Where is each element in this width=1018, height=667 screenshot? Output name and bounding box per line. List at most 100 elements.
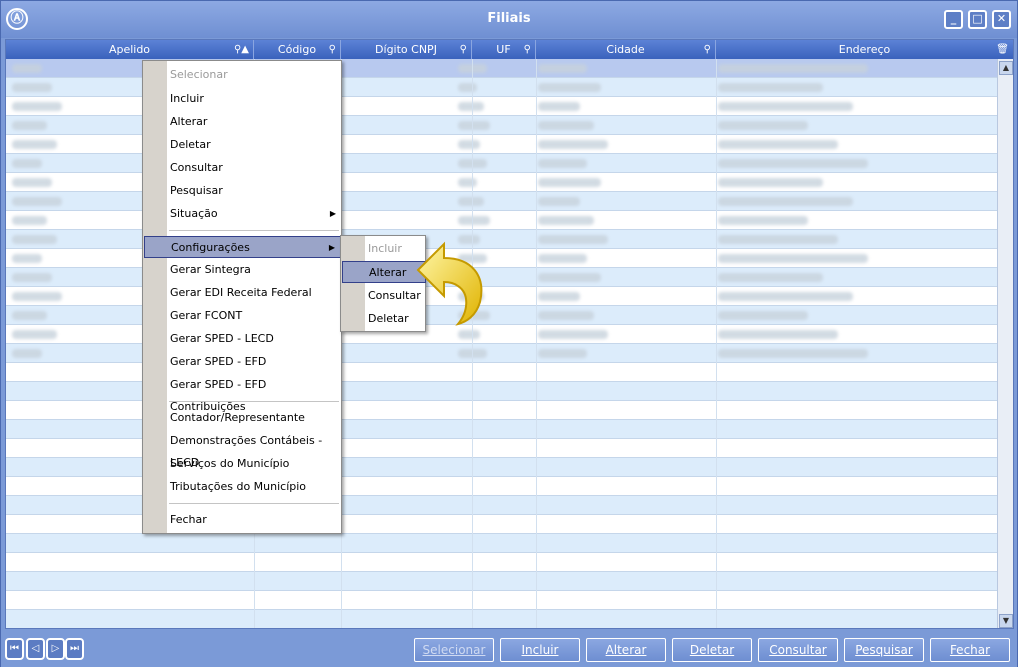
redacted-cell: [718, 254, 868, 263]
redacted-cell: [538, 83, 601, 92]
menu-separator: [169, 503, 339, 504]
menu-item-label: Configurações: [171, 241, 250, 254]
submenu-arrow-icon: ▶: [329, 209, 336, 218]
menu-item-selecionar[interactable]: Selecionar: [144, 64, 341, 86]
menu-item-gerar-sintegra[interactable]: Gerar Sintegra: [144, 259, 341, 281]
table-row[interactable]: [6, 610, 997, 628]
redacted-cell: [718, 273, 823, 282]
redacted-cell: [12, 64, 42, 73]
redacted-cell: [12, 140, 57, 149]
redacted-cell: [12, 235, 57, 244]
menu-item-gerar-sped-efd-contribuicoes[interactable]: Gerar SPED - EFD Contribuições: [144, 374, 341, 413]
scroll-up-icon[interactable]: ▲: [999, 61, 1013, 75]
alterar-button[interactable]: Alterar: [586, 638, 666, 662]
menu-item-consultar[interactable]: Consultar: [144, 157, 341, 179]
redacted-cell: [538, 178, 601, 187]
menu-item-label: Situação: [170, 207, 218, 220]
redacted-cell: [12, 197, 62, 206]
col-header-cidade[interactable]: Cidade ⚲: [536, 40, 716, 59]
redacted-cell: [12, 292, 62, 301]
filter-icon[interactable]: ⚲: [460, 40, 467, 59]
menu-item-demonstracoes[interactable]: Demonstrações Contábeis - LECD: [144, 430, 341, 469]
redacted-cell: [458, 140, 481, 149]
menu-item-gerar-fcont[interactable]: Gerar FCONT: [144, 305, 341, 327]
incluir-button[interactable]: Incluir: [500, 638, 580, 662]
menu-item-deletar[interactable]: Deletar: [144, 134, 341, 156]
col-header-apelido[interactable]: Apelido ⚲▲: [6, 40, 254, 59]
menu-item-configuracoes[interactable]: Configurações ▶: [144, 236, 341, 258]
title-bar: Ⓐ Filiais _ □ ✕: [1, 1, 1017, 38]
deletar-button[interactable]: Deletar: [672, 638, 752, 662]
redacted-cell: [538, 216, 594, 225]
menu-item-situacao[interactable]: Situação ▶: [144, 203, 341, 225]
maximize-button[interactable]: □: [968, 10, 987, 29]
redacted-cell: [12, 121, 47, 130]
menu-separator: [169, 401, 339, 402]
col-header-uf[interactable]: UF ⚲: [472, 40, 536, 59]
pesquisar-button[interactable]: Pesquisar: [844, 638, 924, 662]
redacted-cell: [718, 102, 853, 111]
col-divider: [716, 59, 717, 628]
redacted-cell: [12, 349, 42, 358]
menu-item-incluir[interactable]: Incluir: [144, 88, 341, 110]
redacted-cell: [12, 159, 42, 168]
filter-icon[interactable]: ⚲: [329, 40, 336, 59]
table-row[interactable]: [6, 572, 997, 591]
menu-item-fechar[interactable]: Fechar: [144, 509, 341, 531]
redacted-cell: [718, 235, 838, 244]
redacted-cell: [12, 178, 52, 187]
col-label: Endereço: [838, 43, 891, 56]
table-row[interactable]: [6, 553, 997, 572]
redacted-cell: [718, 159, 868, 168]
redacted-cell: [458, 330, 481, 339]
menu-item-contador[interactable]: Contador/Representante: [144, 407, 341, 429]
bottom-toolbar: ⏮ ◁ ▷ ⏭ Selecionar Incluir Alterar Delet…: [1, 632, 1017, 667]
context-menu: Selecionar Incluir Alterar Deletar Consu…: [142, 60, 342, 534]
redacted-cell: [538, 197, 580, 206]
redacted-cell: [12, 311, 47, 320]
close-button[interactable]: ✕: [992, 10, 1011, 29]
filter-icon[interactable]: ⚲▲: [234, 40, 249, 59]
filter-icon[interactable]: ⚲: [524, 40, 531, 59]
redacted-cell: [538, 273, 601, 282]
minimize-button[interactable]: _: [944, 10, 963, 29]
redacted-cell: [718, 349, 868, 358]
menu-item-servicos[interactable]: Serviços do Município: [144, 453, 341, 475]
redacted-cell: [458, 178, 478, 187]
table-row[interactable]: [6, 591, 997, 610]
scroll-down-icon[interactable]: ▼: [999, 614, 1013, 628]
first-record-icon[interactable]: ⏮: [5, 638, 24, 660]
last-record-icon[interactable]: ⏭: [65, 638, 84, 660]
menu-item-gerar-sped-efd[interactable]: Gerar SPED - EFD: [144, 351, 341, 373]
consultar-button[interactable]: Consultar: [758, 638, 838, 662]
redacted-cell: [458, 83, 478, 92]
col-header-codigo[interactable]: Código ⚲: [254, 40, 341, 59]
col-header-endereco[interactable]: Endereço 🗑: [716, 40, 1013, 59]
redacted-cell: [458, 216, 490, 225]
menu-item-tributacoes[interactable]: Tributações do Município: [144, 476, 341, 498]
next-record-icon[interactable]: ▷: [46, 638, 65, 660]
redacted-cell: [12, 216, 47, 225]
previous-record-icon[interactable]: ◁: [26, 638, 45, 660]
redacted-cell: [718, 216, 808, 225]
col-divider: [472, 59, 473, 628]
menu-item-pesquisar[interactable]: Pesquisar: [144, 180, 341, 202]
vertical-scrollbar[interactable]: ▲ ▼: [997, 59, 1013, 628]
col-label: UF: [496, 43, 511, 56]
redacted-cell: [12, 102, 62, 111]
table-row[interactable]: [6, 534, 997, 553]
redacted-cell: [718, 64, 868, 73]
redacted-cell: [538, 292, 580, 301]
menu-item-gerar-sped-lecd[interactable]: Gerar SPED - LECD: [144, 328, 341, 350]
col-header-digito-cnpj[interactable]: Dígito CNPJ ⚲: [341, 40, 472, 59]
fechar-button[interactable]: Fechar: [930, 638, 1010, 662]
trash-icon[interactable]: 🗑: [996, 40, 1009, 59]
menu-separator: [169, 230, 339, 231]
selecionar-button[interactable]: Selecionar: [414, 638, 494, 662]
menu-item-alterar[interactable]: Alterar: [144, 111, 341, 133]
filter-icon[interactable]: ⚲: [704, 40, 711, 59]
menu-item-gerar-edi[interactable]: Gerar EDI Receita Federal: [144, 282, 341, 304]
redacted-cell: [12, 330, 57, 339]
redacted-cell: [538, 235, 608, 244]
redacted-cell: [718, 121, 808, 130]
